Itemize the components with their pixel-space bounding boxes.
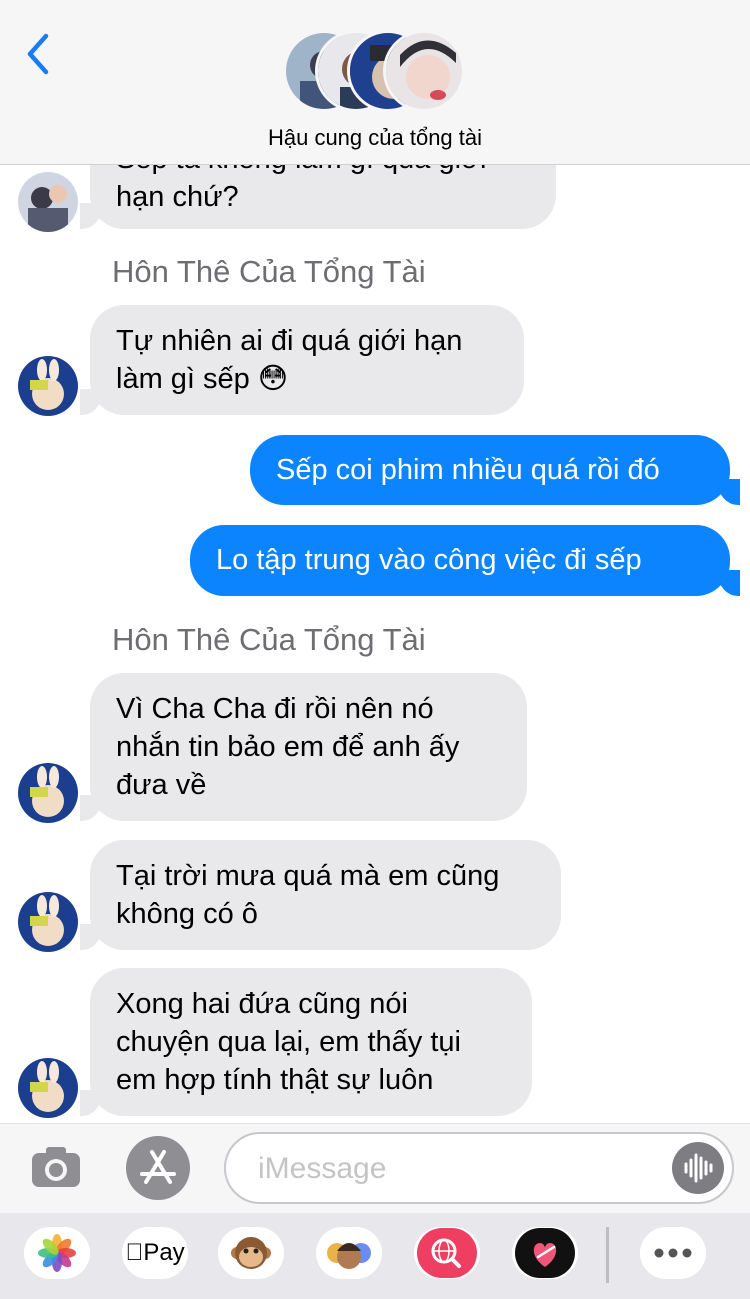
apple-pay-icon:  xyxy=(125,1239,143,1267)
web-search-button[interactable] xyxy=(414,1227,480,1279)
more-apps-button[interactable] xyxy=(640,1227,706,1279)
message-bubble[interactable]: Xong hai đứa cũng nói chuyện qua lại, em… xyxy=(90,968,532,1116)
sender-name: Hôn Thê Của Tổng Tài xyxy=(112,254,426,289)
audio-message-button[interactable] xyxy=(672,1142,724,1194)
group-member-avatar xyxy=(383,30,465,112)
message-bubble[interactable]: Vì Cha Cha đi rồi nên nó nhắn tin bảo em… xyxy=(90,673,527,821)
digital-touch-icon xyxy=(515,1228,575,1278)
message-line: Sếp coi phim nhiều quá rồi đó xyxy=(276,454,660,486)
bubble-tail xyxy=(718,570,740,596)
back-button[interactable] xyxy=(22,30,62,80)
apple-pay-label: Pay xyxy=(134,1239,184,1266)
more-icon xyxy=(654,1248,692,1258)
message-line: Tự nhiên ai đi quá giới hạn xyxy=(116,325,463,357)
memoji-button[interactable] xyxy=(316,1227,382,1279)
message-line: Lo tập trung vào công việc đi sếp xyxy=(216,544,642,576)
animoji-button[interactable] xyxy=(218,1227,284,1279)
chevron-left-icon xyxy=(27,33,49,75)
message-line: em hợp tính thật sự luôn xyxy=(116,1064,434,1096)
bubble-tail xyxy=(80,924,102,950)
bubble-tail xyxy=(80,389,102,415)
message-bubble-outgoing[interactable]: Lo tập trung vào công việc đi sếp xyxy=(190,525,730,596)
message-line: Vì Cha Cha đi rồi nên nó xyxy=(116,693,434,725)
sender-avatar[interactable] xyxy=(18,172,78,232)
bubble-tail xyxy=(80,1090,102,1116)
app-store-button[interactable] xyxy=(126,1136,190,1200)
message-bubble[interactable]: Tại trời mưa quá mà em cũng không có ô xyxy=(90,840,561,950)
group-title[interactable]: Hậu cung của tổng tài xyxy=(0,125,750,151)
message-line: Tại trời mưa quá mà em cũng xyxy=(116,860,500,892)
bubble-tail xyxy=(718,479,740,505)
message-line: đưa về xyxy=(116,769,207,801)
message-line: làm gì sếp 😳 xyxy=(116,363,289,395)
message-line: hạn chứ? xyxy=(116,181,239,213)
group-avatar-stack[interactable] xyxy=(283,30,468,112)
camera-button[interactable] xyxy=(30,1144,82,1190)
sender-name: Hôn Thê Của Tổng Tài xyxy=(112,622,426,657)
bubble-tail xyxy=(80,203,102,229)
compose-bar: iMessage xyxy=(0,1123,750,1213)
input-placeholder: iMessage xyxy=(258,1152,387,1185)
animoji-monkey-icon xyxy=(231,1237,271,1269)
message-bubble-outgoing[interactable]: Sếp coi phim nhiều quá rồi đó xyxy=(250,435,730,505)
conversation-header: Hậu cung của tổng tài xyxy=(0,0,750,165)
sender-avatar[interactable] xyxy=(18,892,78,952)
digital-touch-button[interactable] xyxy=(512,1227,578,1279)
camera-icon xyxy=(32,1147,80,1187)
memoji-icon xyxy=(327,1243,371,1269)
app-store-icon xyxy=(140,1150,176,1184)
message-line: không có ô xyxy=(116,898,258,930)
drawer-divider xyxy=(606,1227,609,1283)
message-list[interactable]: Sếp ta không làm gì quá giới hạn chứ? Hô… xyxy=(0,0,750,1125)
web-search-icon xyxy=(417,1228,477,1278)
message-line: Xong hai đứa cũng nói xyxy=(116,988,408,1020)
bubble-tail xyxy=(80,795,102,821)
message-bubble[interactable]: Tự nhiên ai đi quá giới hạn làm gì sếp 😳 xyxy=(90,305,524,415)
sender-avatar[interactable] xyxy=(18,763,78,823)
message-line: nhắn tin bảo em để anh ấy xyxy=(116,731,460,763)
audio-waveform-icon xyxy=(684,1153,713,1183)
imessage-input[interactable]: iMessage xyxy=(224,1132,734,1204)
sender-avatar[interactable] xyxy=(18,356,78,416)
message-line: chuyện qua lại, em thấy tụi xyxy=(116,1026,461,1058)
app-drawer:  Pay xyxy=(0,1213,750,1299)
photos-app-button[interactable] xyxy=(24,1227,90,1279)
photos-icon xyxy=(38,1234,76,1272)
apple-pay-button[interactable]:  Pay xyxy=(122,1227,188,1279)
sender-avatar[interactable] xyxy=(18,1058,78,1118)
